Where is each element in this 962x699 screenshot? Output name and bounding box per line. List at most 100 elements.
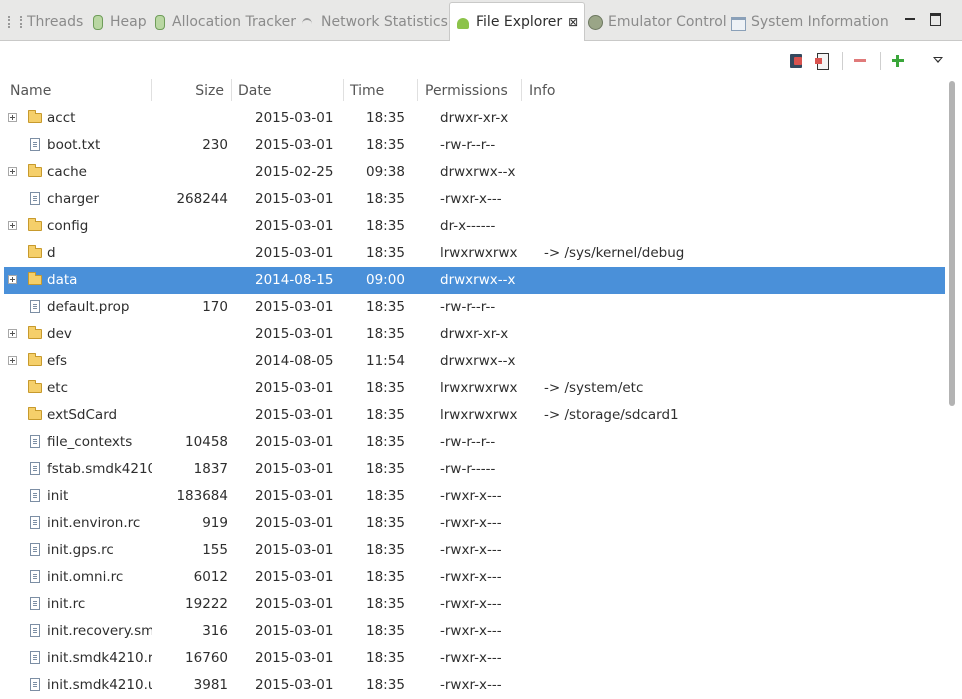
table-row[interactable]: init.omni.rc 6012 2015-03-01 18:35 -rwxr-x--… [4,564,945,591]
cell-date: 2015-03-01 [255,677,334,693]
column-header-size[interactable]: Size [154,77,224,105]
expand-toggle-icon[interactable] [8,113,17,122]
delete-icon[interactable] [851,52,869,70]
view-menu-icon[interactable] [929,52,947,70]
cell-name: data [47,272,78,288]
tab-network-statistics[interactable]: Network Statistics [300,4,448,40]
table-row[interactable]: init.smdk4210.u 3981 2015-03-01 18:35 -rwxr-… [4,672,945,699]
table-row[interactable]: etc 2015-03-01 18:35 lrwxrwxrwx -> /system/e… [4,375,945,402]
cell-date: 2015-03-01 [255,650,334,666]
cell-permissions: lrwxrwxrwx [440,407,518,423]
cell-name: fstab.smdk4210 [47,461,152,477]
cell-size: 16760 [185,650,228,666]
cell-date: 2015-03-01 [255,245,334,261]
cell-size: 155 [202,542,228,558]
column-header-time[interactable]: Time [350,77,414,105]
tab-threads[interactable]: Threads [6,4,83,40]
vertical-scrollbar[interactable] [945,77,962,699]
cell-time: 18:35 [366,569,405,585]
cell-size [152,105,228,132]
cell-time: 09:38 [366,164,405,180]
table-row[interactable]: config 2015-03-01 18:35 dr-x------ [4,213,945,240]
tab-heap[interactable]: Heap [89,4,147,40]
maximize-icon[interactable] [929,12,943,26]
cell-name: charger [47,191,99,207]
table-row[interactable]: charger 268244 2015-03-01 18:35 -rwxr-x--- [4,186,945,213]
table-row[interactable]: acct 2015-03-01 18:35 drwxr-xr-x [4,105,945,132]
table-row[interactable]: efs 2014-08-05 11:54 drwxrwx--x [4,348,945,375]
table-row[interactable]: extSdCard 2015-03-01 18:35 lrwxrwxrwx -> /st… [4,402,945,429]
column-header-permissions[interactable]: Permissions [425,77,521,105]
tab-allocation-tracker[interactable]: Allocation Tracker [151,4,296,40]
column-divider[interactable] [417,79,418,101]
tab-file-explorer[interactable]: File Explorer ⊠ [449,2,586,41]
tab-label: Allocation Tracker [172,14,296,30]
pull-file-icon[interactable] [788,52,806,70]
table-row[interactable]: boot.txt 230 2015-03-01 18:35 -rw-r--r-- [4,132,945,159]
new-folder-icon[interactable] [889,52,907,70]
column-divider[interactable] [343,79,344,101]
table-row[interactable]: init 183684 2015-03-01 18:35 -rwxr-x--- [4,483,945,510]
file-icon [30,624,40,637]
cell-name: init.smdk4210.r [47,650,152,666]
cell-name: dev [47,326,72,342]
expand-toggle-icon[interactable] [8,221,17,230]
cell-time: 18:35 [366,515,405,531]
table-row[interactable]: dev 2015-03-01 18:35 drwxr-xr-x [4,321,945,348]
table-row[interactable]: init.smdk4210.r 16760 2015-03-01 18:35 -rwxr… [4,645,945,672]
column-divider[interactable] [521,79,522,101]
table-row[interactable]: data 2014-08-15 09:00 drwxrwx--x [4,267,945,294]
cell-date: 2015-03-01 [255,596,334,612]
cell-permissions: -rw-r--r-- [440,137,496,153]
cell-size: 316 [202,623,228,639]
expand-toggle-icon[interactable] [8,356,17,365]
cell-date: 2015-03-01 [255,434,334,450]
cell-date: 2015-03-01 [255,326,334,342]
column-header-info[interactable]: Info [529,77,629,105]
column-header-name[interactable]: Name [10,77,150,105]
cell-name: cache [47,164,87,180]
cell-info [544,321,934,348]
close-tab-icon[interactable]: ⊠ [568,15,578,29]
cell-size: 183684 [176,488,228,504]
scrollbar-thumb[interactable] [949,81,955,406]
column-divider[interactable] [231,79,232,101]
cell-time: 09:00 [366,272,405,288]
cell-date: 2015-03-01 [255,191,334,207]
toolbar-separator [842,52,843,70]
cell-date: 2015-03-01 [255,542,334,558]
table-row[interactable]: fstab.smdk4210 1837 2015-03-01 18:35 -rw-r--… [4,456,945,483]
table-row[interactable]: d 2015-03-01 18:35 lrwxrwxrwx -> /sys/kernel… [4,240,945,267]
tab-emulator-control[interactable]: Emulator Control [587,4,727,40]
table-row[interactable]: file_contexts 10458 2015-03-01 18:35 -rw-r--… [4,429,945,456]
minimize-icon[interactable] [903,12,917,26]
cell-date: 2015-03-01 [255,407,334,423]
table-row[interactable]: init.rc 19222 2015-03-01 18:35 -rwxr-x--- [4,591,945,618]
cell-date: 2014-08-05 [255,353,334,369]
cell-info [544,132,934,159]
table-row[interactable]: init.gps.rc 155 2015-03-01 18:35 -rwxr-x--- [4,537,945,564]
folder-icon [28,218,42,231]
table-row[interactable]: init.recovery.sm 316 2015-03-01 18:35 -rwxr-… [4,618,945,645]
cell-permissions: -rw-r--r-- [440,434,496,450]
expand-toggle-icon[interactable] [8,329,17,338]
expand-toggle-icon[interactable] [8,275,17,284]
column-header-date[interactable]: Date [238,77,338,105]
cell-date: 2015-03-01 [255,515,334,531]
column-divider[interactable] [151,79,152,101]
expand-toggle-icon[interactable] [8,167,17,176]
table-row[interactable]: cache 2015-02-25 09:38 drwxrwx--x [4,159,945,186]
file-icon [30,435,40,448]
cell-size: 19222 [185,596,228,612]
cell-info [544,618,934,645]
cell-permissions: -rwxr-x--- [440,569,502,585]
cell-permissions: -rwxr-x--- [440,488,502,504]
cell-time: 18:35 [366,326,405,342]
cell-permissions: drwxrwx--x [440,164,516,180]
cell-info [544,510,934,537]
table-row[interactable]: default.prop 170 2015-03-01 18:35 -rw-r--r-- [4,294,945,321]
table-row[interactable]: init.environ.rc 919 2015-03-01 18:35 -rwxr-x… [4,510,945,537]
network-statistics-icon [300,14,316,30]
tab-system-information[interactable]: System Information [730,4,889,40]
push-file-icon[interactable] [813,52,831,70]
